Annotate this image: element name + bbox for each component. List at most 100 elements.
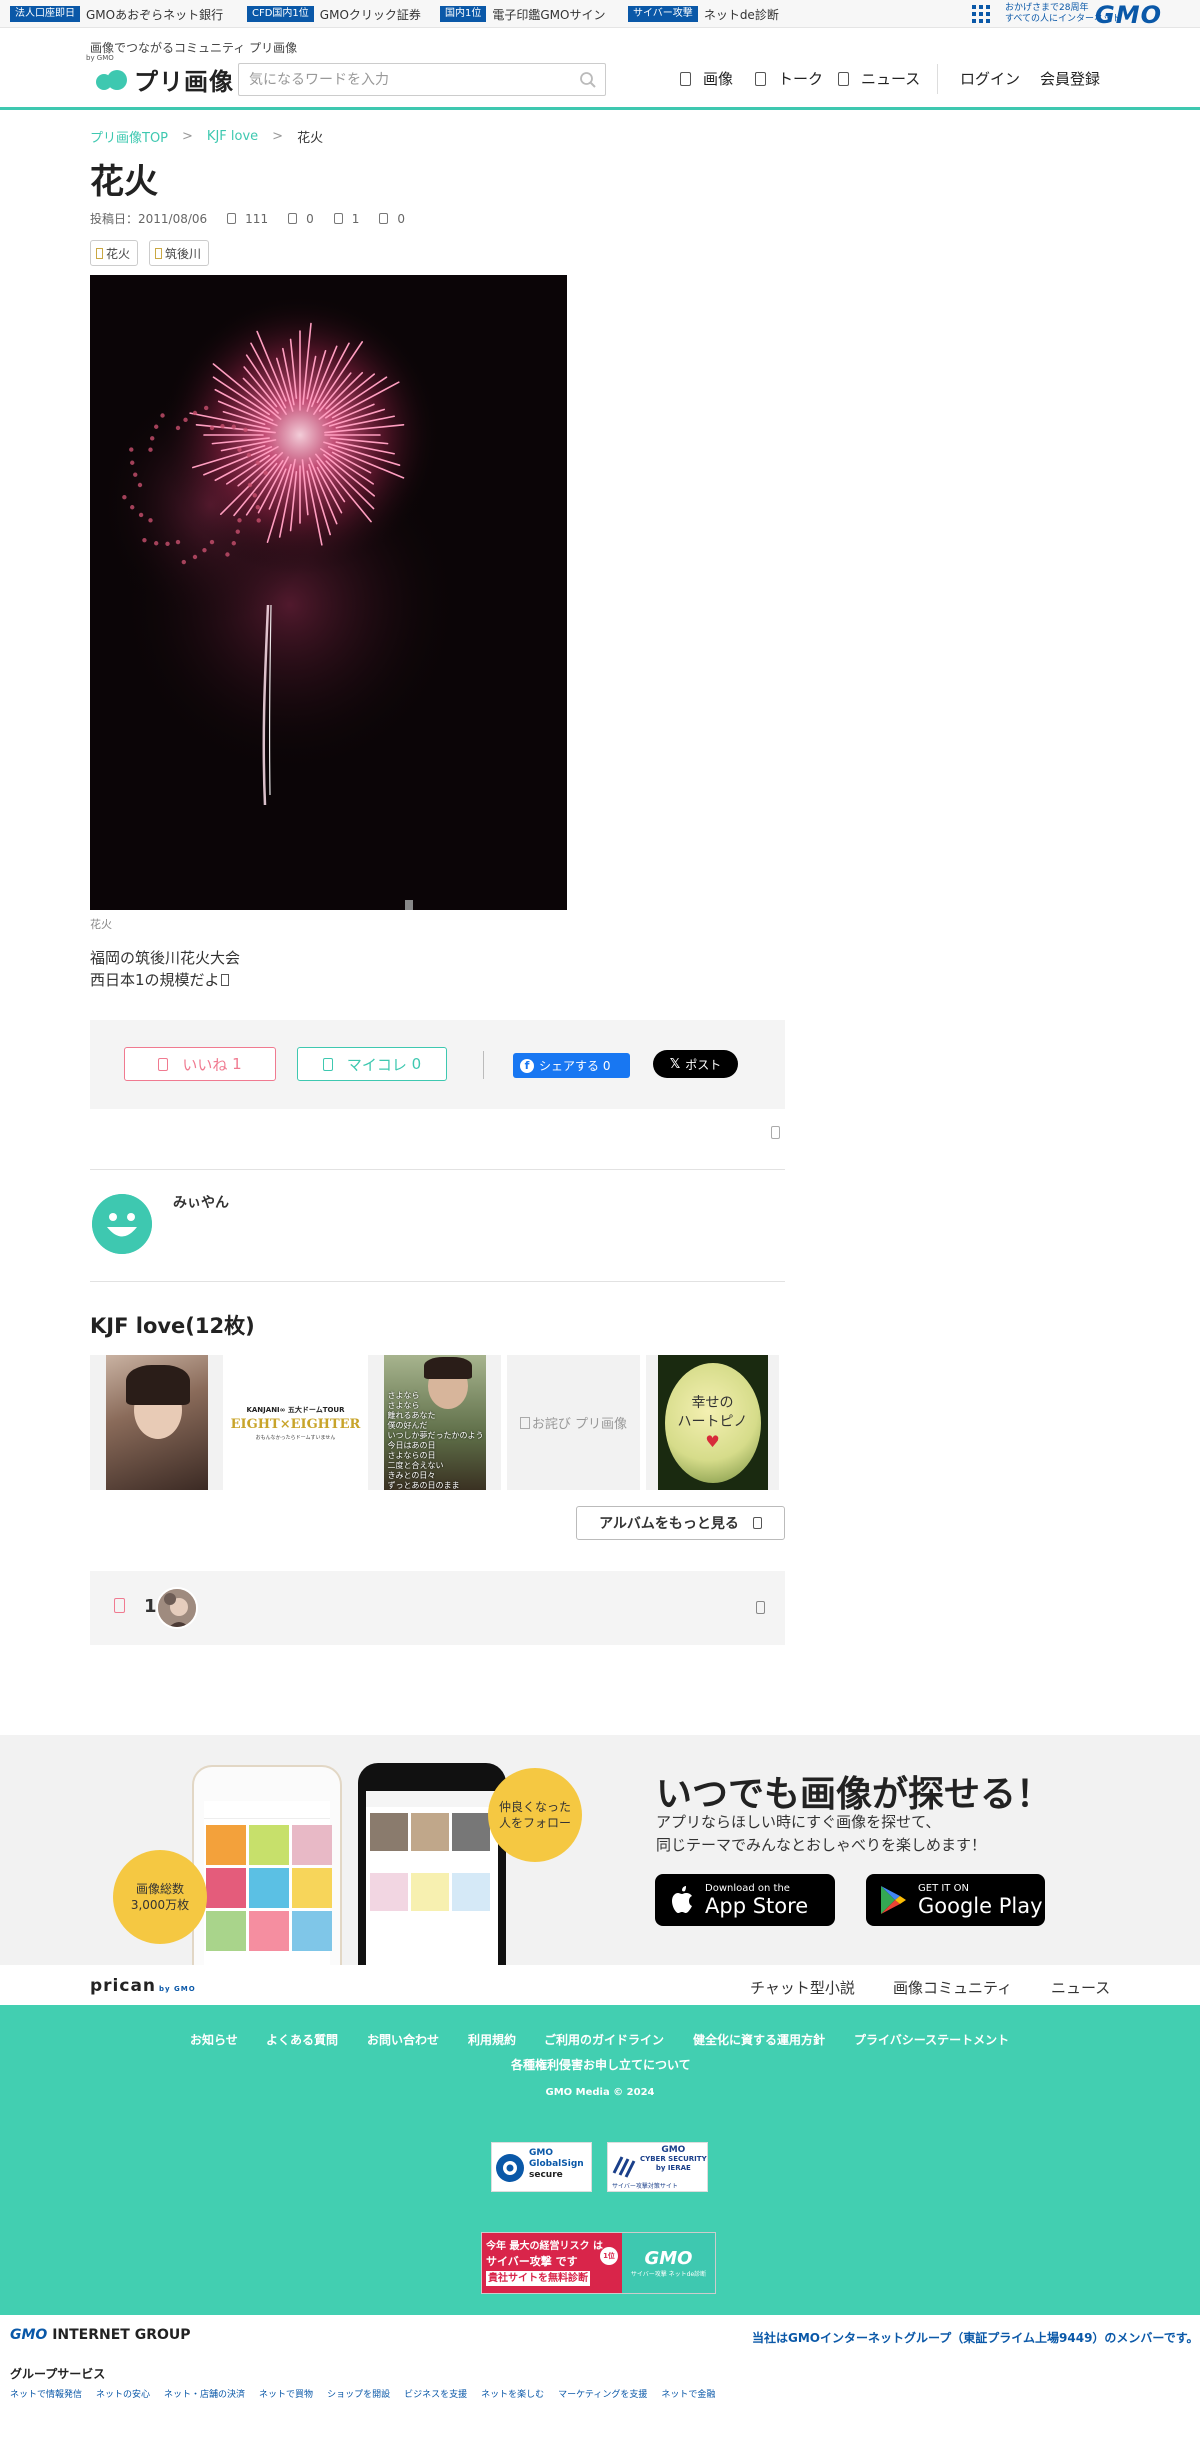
gmo-link-text: ネットde診断 — [703, 7, 779, 22]
footer-link-contact[interactable]: お問い合わせ — [367, 2031, 439, 2048]
google-play-button[interactable]: GET IT ON Google Play — [866, 1874, 1045, 1926]
footer-link-policy[interactable]: 健全化に資する運用方針 — [693, 2031, 825, 2048]
firework-spark — [237, 447, 242, 452]
album-thumb[interactable]: お詫び プリ画像 — [507, 1355, 640, 1490]
x-post-button[interactable]: 𝕏 ポスト — [653, 1050, 738, 1078]
globalsign-seal[interactable]: GMO GlobalSign secure — [491, 2142, 592, 2192]
group-service-link[interactable]: ネットで金融 — [661, 2387, 715, 2400]
group-service-link[interactable]: ビジネスを支援 — [404, 2387, 467, 2400]
group-service-link[interactable]: ネットで買物 — [259, 2387, 313, 2400]
gmo-link-text: GMOクリック証券 — [319, 7, 421, 22]
album-thumb[interactable]: KANJANI∞ 五大ドームTOUR EIGHT×EIGHTER おもんなかった… — [229, 1355, 362, 1490]
seal2-text: GMO CYBER SECURITY by IERAE — [640, 2146, 707, 2173]
gmo-link-security[interactable]: サイバー攻撃 ネットde診断 — [628, 5, 779, 23]
group-service-link[interactable]: マーケティングを支援 — [558, 2387, 647, 2400]
firework-spark — [129, 447, 134, 452]
gmo-services-grid-icon[interactable] — [972, 5, 990, 23]
report-flag-icon[interactable] — [771, 1126, 780, 1139]
gmo-internet-group-logo[interactable]: GMO INTERNET GROUP — [10, 2327, 191, 2343]
firework-spark — [181, 559, 187, 565]
app-store-button[interactable]: Download on the App Store — [655, 1874, 835, 1926]
site-logo[interactable]: プリ画像 — [96, 62, 234, 97]
firework-spark — [148, 518, 153, 523]
app-store-small: Download on the — [705, 1882, 790, 1894]
search-input[interactable] — [239, 64, 559, 95]
cyber-line3: 貴社サイトを無料診断 — [486, 2271, 590, 2286]
album-thumb[interactable]: 幸せの ハートピノ ♥ — [646, 1355, 779, 1490]
gmo-link-bank[interactable]: 法人口座即日 GMOあおぞらネット銀行 — [10, 5, 223, 23]
group-service-link[interactable]: ネットで情報発信 — [10, 2387, 82, 2400]
gmo-link-text: 電子印鑑GMOサイン — [492, 7, 606, 22]
group-service-link[interactable]: ネットの安心 — [96, 2387, 150, 2400]
mycolle-stat-count: 0 — [397, 211, 405, 226]
phone-mockup-white — [192, 1765, 342, 1965]
nav-images[interactable]: 画像 — [680, 68, 733, 89]
likes-stat-count: 1 — [351, 211, 360, 226]
facebook-share-label: シェアする 0 — [539, 1059, 611, 1073]
prican-link-news[interactable]: ニュース — [1051, 1977, 1110, 1998]
mycolle-button[interactable]: マイコレ 0 — [297, 1047, 447, 1081]
description-line-1: 福岡の筑後川花火大会 — [90, 949, 241, 967]
group-member-text[interactable]: 当社はGMOインターネットグループ（東証プライム上場9449）のメンバーです。 — [752, 2329, 1199, 2346]
breadcrumb-album[interactable]: KJF love — [207, 129, 258, 144]
firework-spark — [154, 541, 159, 546]
footer-link-news[interactable]: お知らせ — [190, 2031, 238, 2048]
firework-spark — [133, 472, 138, 477]
bubble-right-line1: 仲良くなった — [498, 1800, 571, 1814]
cyber-banner-left: 今年 最大の経営リスク は サイバー攻撃 です 貴社サイトを無料診断 1位 — [482, 2233, 622, 2293]
album-title[interactable]: KJF love(12枚) — [90, 1310, 255, 1340]
google-play-icon — [881, 1886, 906, 1914]
register-link[interactable]: 会員登録 — [1040, 68, 1100, 89]
prican-logo[interactable]: prican by GMO — [90, 1976, 196, 1996]
footer-link-guidelines[interactable]: ご利用のガイドライン — [544, 2031, 664, 2048]
tag-hanabi[interactable]: 花火 — [90, 240, 139, 266]
cyber-security-seal[interactable]: GMO CYBER SECURITY by IERAE サイバー攻撃対策サイト — [607, 2142, 708, 2192]
chevron-right-icon[interactable] — [756, 1601, 765, 1614]
logo-text: プリ画像 — [134, 68, 234, 96]
nav-talk[interactable]: トーク — [755, 68, 823, 89]
apple-icon — [672, 1886, 692, 1913]
footer-link-terms[interactable]: 利用規約 — [468, 2031, 516, 2048]
gmo-group-footer: GMO INTERNET GROUP 当社はGMOインターネットグループ（東証プ… — [0, 2315, 1200, 2437]
tag-chikugogawa[interactable]: 筑後川 — [149, 240, 210, 266]
firework-spark — [154, 424, 159, 429]
album-thumb[interactable] — [90, 1355, 223, 1490]
album-thumb-pino: 幸せの ハートピノ ♥ — [657, 1355, 768, 1490]
pino-line-2: ハートピノ — [677, 1414, 748, 1430]
album-thumb-poem: さよなら さよなら 離れるあなた 僕の好んだ いつしか夢だったかのよう 今日はあ… — [383, 1355, 486, 1490]
prican-link-novel[interactable]: チャット型小説 — [750, 1977, 855, 1998]
facebook-share-button[interactable]: f シェアする 0 — [513, 1053, 630, 1078]
album-thumb[interactable]: さよなら さよなら 離れるあなた 僕の好んだ いつしか夢だったかのよう 今日はあ… — [368, 1355, 501, 1490]
group-service-link[interactable]: ネット・店舗の決済 — [164, 2387, 245, 2400]
search-icon[interactable] — [579, 71, 597, 89]
like-button[interactable]: いいね 1 — [124, 1047, 276, 1081]
group-service-link[interactable]: ネットを楽しむ — [481, 2387, 544, 2400]
nav-news[interactable]: ニュース — [838, 68, 920, 89]
footer-link-faq[interactable]: よくある質問 — [266, 2031, 338, 2048]
seal1-brand: GMO — [529, 2148, 553, 2158]
footer-link-privacy[interactable]: プライバシーステートメント — [854, 2031, 1009, 2048]
user-name[interactable]: みぃやん — [173, 1192, 229, 1212]
footer-link-rights[interactable]: 各種権利侵害お申し立てについて — [511, 2056, 691, 2073]
emoji-icon — [220, 974, 229, 986]
group-service-link[interactable]: ショップを開設 — [327, 2387, 390, 2400]
tour-line-3: おもんなかったらドームすいません — [255, 1434, 336, 1441]
liker-avatar[interactable] — [156, 1587, 198, 1629]
login-link[interactable]: ログイン — [960, 68, 1020, 89]
tag-icon — [155, 247, 162, 259]
avatar[interactable] — [92, 1194, 152, 1254]
x-logo-icon: 𝕏 — [669, 1056, 681, 1072]
gmo-link-click-sec[interactable]: CFD国内1位 GMOクリック証券 — [247, 5, 421, 23]
gmo-link-sign[interactable]: 国内1位 電子印鑑GMOサイン — [440, 5, 605, 23]
gmo-logo[interactable]: GMO — [1095, 1, 1162, 29]
main-image-fireworks[interactable] — [90, 275, 567, 910]
firework-spark — [202, 547, 207, 553]
more-album-button[interactable]: アルバムをもっと見る — [576, 1506, 785, 1540]
breadcrumb-home[interactable]: プリ画像TOP — [90, 127, 168, 146]
smiley-avatar-icon — [92, 1194, 152, 1254]
gmo-group-bar: 法人口座即日 GMOあおぞらネット銀行 CFD国内1位 GMOクリック証券 国内… — [0, 0, 1200, 29]
cyber-diagnosis-banner[interactable]: 今年 最大の経営リスク は サイバー攻撃 です 貴社サイトを無料診断 1位 GM… — [481, 2232, 716, 2294]
poem-text: さよなら さよなら 離れるあなた 僕の好んだ いつしか夢だったかのよう 今日はあ… — [387, 1391, 484, 1490]
prican-link-community[interactable]: 画像コミュニティ — [893, 1977, 1012, 1998]
likes-box: 1 — [90, 1571, 785, 1645]
